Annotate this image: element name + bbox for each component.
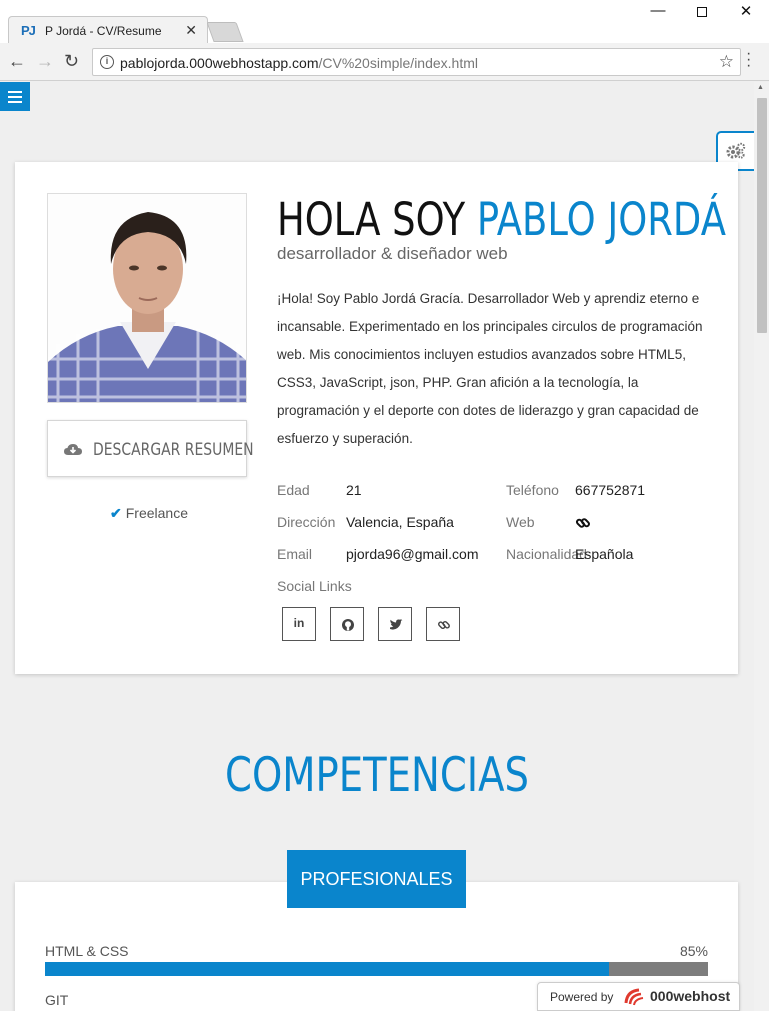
maximize-button[interactable] bbox=[682, 2, 722, 22]
skill-name: HTML & CSS bbox=[45, 943, 129, 959]
linkedin-button[interactable]: in bbox=[282, 607, 316, 641]
cloud-download-icon bbox=[64, 444, 82, 455]
powered-by-label: Powered by bbox=[550, 990, 614, 1004]
hero-greeting: HOLA SOY bbox=[277, 193, 466, 246]
back-arrow-icon[interactable]: ← bbox=[8, 51, 26, 72]
phone-value: 667752871 bbox=[575, 482, 646, 498]
download-resume-button[interactable]: DESCARGAR RESUMEN bbox=[47, 420, 254, 477]
window-titlebar: PJ P Jordá - CV/Resume ✕ — ✕ bbox=[0, 0, 769, 44]
bio-paragraph: ¡Hola! Soy Pablo Jordá Gracía. Desarroll… bbox=[277, 291, 703, 446]
address-label: Dirección bbox=[277, 514, 336, 530]
email-label: Email bbox=[277, 546, 313, 562]
new-tab-button[interactable] bbox=[206, 22, 244, 42]
web-label: Web bbox=[506, 514, 535, 530]
hero-subtitle: desarrollador & diseñador web bbox=[277, 244, 508, 263]
browser-menu-icon[interactable]: · · · bbox=[746, 46, 751, 74]
url-host: pablojorda.000webhostapp.com bbox=[120, 55, 319, 71]
skill-progress-bar bbox=[45, 962, 708, 976]
skill-percent: 85% bbox=[679, 943, 708, 959]
profile-photo bbox=[47, 193, 247, 403]
chain-link-icon bbox=[438, 620, 450, 629]
hero-title: HOLA SOY PABLO JORDÁ bbox=[277, 193, 726, 246]
freelance-status: ✔ Freelance bbox=[110, 505, 188, 522]
gears-icon bbox=[726, 142, 746, 159]
skills-section-title: COMPETENCIAS bbox=[225, 748, 529, 803]
address-value: Valencia, España bbox=[346, 514, 454, 530]
download-resume-label: DESCARGAR RESUMEN bbox=[93, 440, 254, 460]
social-links-label: Social Links bbox=[277, 578, 352, 594]
scroll-up-arrow-icon[interactable]: ▲ bbox=[757, 84, 764, 91]
minimize-button[interactable]: — bbox=[638, 2, 678, 22]
pj-favicon-icon: PJ bbox=[21, 23, 36, 38]
website-link-button[interactable] bbox=[426, 607, 460, 641]
email-value[interactable]: pjorda96@gmail.com bbox=[346, 546, 479, 562]
url-text[interactable]: pablojorda.000webhostapp.com/CV%20simple… bbox=[120, 55, 478, 71]
skill-name: GIT bbox=[45, 992, 69, 1008]
bookmark-star-icon[interactable]: ☆ bbox=[719, 52, 734, 72]
000webhost-brand: 000webhost bbox=[650, 988, 731, 1004]
linkedin-icon: in bbox=[293, 616, 305, 630]
twitter-icon bbox=[390, 619, 403, 630]
maximize-icon bbox=[697, 7, 707, 17]
age-label: Edad bbox=[277, 482, 310, 498]
phone-label: Teléfono bbox=[506, 482, 559, 498]
github-icon bbox=[342, 619, 354, 631]
close-window-button[interactable]: ✕ bbox=[726, 2, 766, 22]
hamburger-menu-icon[interactable] bbox=[0, 82, 30, 111]
browser-toolbar: ← → ↻ i pablojorda.000webhostapp.com/CV%… bbox=[0, 43, 769, 81]
age-value: 21 bbox=[346, 482, 362, 498]
address-bar[interactable]: i pablojorda.000webhostapp.com/CV%20simp… bbox=[92, 48, 741, 76]
scrollbar-thumb[interactable] bbox=[757, 98, 767, 333]
github-button[interactable] bbox=[330, 607, 364, 641]
site-info-icon[interactable]: i bbox=[100, 55, 114, 69]
forward-arrow-icon[interactable]: → bbox=[36, 51, 54, 72]
skill-progress-fill bbox=[45, 962, 609, 976]
tab-close-icon[interactable]: ✕ bbox=[185, 22, 197, 39]
000webhost-logo-icon bbox=[624, 988, 644, 1006]
hero-name: PABLO JORDÁ bbox=[476, 193, 726, 246]
nationality-value: Española bbox=[575, 546, 634, 562]
checkmark-icon: ✔ bbox=[110, 505, 122, 521]
reload-icon[interactable]: ↻ bbox=[64, 51, 79, 72]
powered-by-badge[interactable]: Powered by 000webhost bbox=[537, 982, 740, 1011]
tab-title: P Jordá - CV/Resume bbox=[45, 24, 162, 38]
url-path: /CV%20simple/index.html bbox=[318, 55, 478, 71]
freelance-label: Freelance bbox=[125, 505, 188, 521]
web-link-icon[interactable] bbox=[575, 515, 591, 531]
browser-tab[interactable]: PJ P Jordá - CV/Resume ✕ bbox=[8, 16, 208, 44]
twitter-button[interactable] bbox=[378, 607, 412, 641]
tab-profesionales[interactable]: PROFESIONALES bbox=[287, 850, 466, 908]
